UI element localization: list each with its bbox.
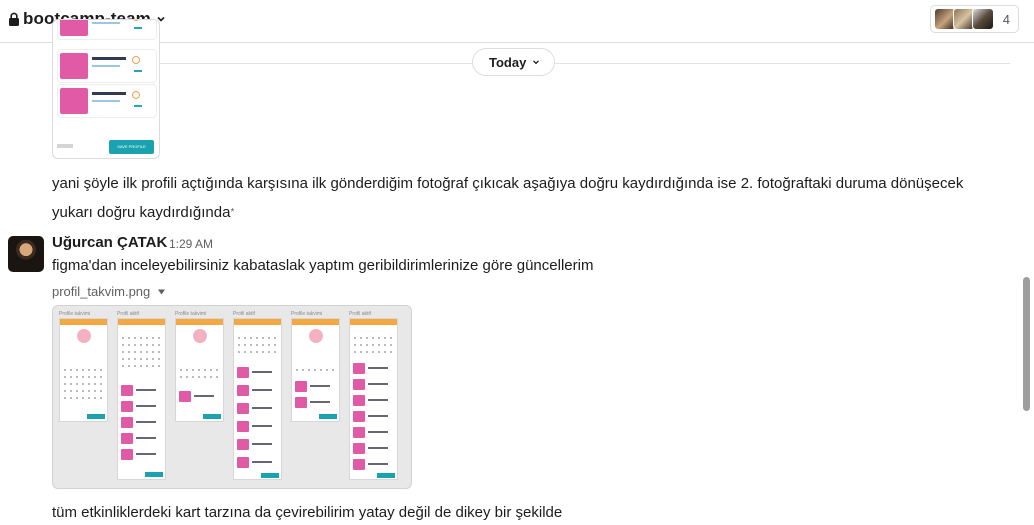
phone-mockup bbox=[349, 318, 398, 480]
date-divider-label: Today bbox=[489, 54, 527, 70]
frame-label: Profile takvimi bbox=[59, 311, 91, 317]
phone-mockup bbox=[59, 318, 108, 422]
phone-mockup bbox=[117, 318, 166, 480]
frame-label: Profil aktif bbox=[117, 311, 139, 317]
save-profile-thumb: SAVE PROFILE bbox=[109, 140, 154, 154]
chevron-down-icon bbox=[533, 60, 540, 65]
file-name-toggle[interactable]: profil_takvim.png bbox=[52, 284, 166, 299]
event-card-thumb bbox=[57, 20, 157, 40]
frame-label: Profil aktif bbox=[233, 311, 255, 317]
member-count: 4 bbox=[1002, 11, 1010, 27]
sender-avatar[interactable] bbox=[8, 236, 44, 272]
image-attachment-preview[interactable]: Profile takvimi Profil aktif Profile tak… bbox=[52, 305, 412, 489]
file-name: profil_takvim.png bbox=[52, 284, 151, 299]
phone-mockup bbox=[233, 318, 282, 480]
member-avatar bbox=[971, 8, 994, 30]
edited-marker: * bbox=[230, 207, 235, 218]
scrollbar-thumb[interactable] bbox=[1023, 277, 1030, 411]
message-text: yukarı doğru kaydırdığında* bbox=[52, 203, 234, 223]
sender-name[interactable]: Uğurcan ÇATAK bbox=[52, 234, 167, 251]
phone-mockup bbox=[291, 318, 340, 422]
message-text: tüm etkinliklerdeki kart tarzına da çevi… bbox=[52, 504, 563, 521]
member-list-button[interactable]: 4 bbox=[929, 5, 1019, 33]
event-card-thumb bbox=[57, 84, 157, 118]
previous-image-attachment[interactable]: SAVE PROFILE bbox=[52, 19, 160, 159]
date-divider-line bbox=[160, 63, 1010, 64]
message-text-line: yukarı doğru kaydırdığında bbox=[52, 204, 231, 221]
sign-out-thumb bbox=[57, 144, 73, 148]
frame-label: Profile takvimi bbox=[291, 311, 323, 317]
message-text: yani şöyle ilk profili açtığında karşısı… bbox=[52, 175, 964, 192]
phone-mockup bbox=[175, 318, 224, 422]
caret-down-icon bbox=[158, 289, 166, 294]
message-text: figma'dan inceleyebilirsiniz kabataslak … bbox=[52, 257, 594, 274]
event-card-thumb bbox=[57, 49, 157, 83]
message-timestamp[interactable]: 1:29 AM bbox=[169, 237, 213, 251]
frame-label: Profil aktif bbox=[349, 311, 371, 317]
frame-label: Profile takvimi bbox=[175, 311, 207, 317]
date-divider-button[interactable]: Today bbox=[472, 48, 556, 76]
lock-icon bbox=[9, 12, 19, 26]
